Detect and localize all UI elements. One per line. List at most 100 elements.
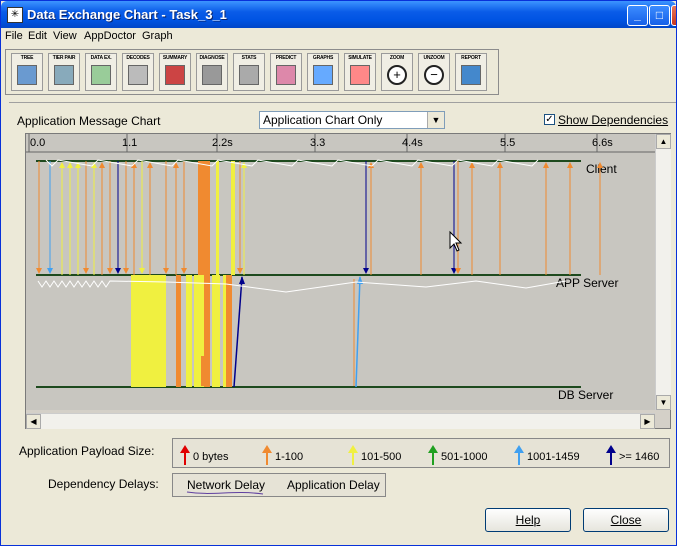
- time-tick-label: 1.1: [122, 137, 137, 149]
- message-chart-canvas: 0.0 1.1 2.2s 3.3 4.4s 5.5 6.6s Client APP Server…: [26, 134, 655, 410]
- exchange-bar: [201, 356, 207, 386]
- simulate-icon: [350, 65, 370, 85]
- legend-label: 101-500: [361, 451, 402, 463]
- tier-label-db-server: DB Server: [558, 388, 613, 402]
- exchange-bar: [156, 275, 166, 387]
- view-select[interactable]: Application Chart Only ▼: [259, 111, 445, 129]
- menu-file[interactable]: File: [5, 30, 23, 42]
- network-delay-line: [186, 491, 264, 495]
- graphs-icon: [313, 65, 333, 85]
- legend-arrow-icon: [428, 445, 438, 465]
- dependency-delays-label: Dependency Delays:: [48, 477, 159, 491]
- toolbar-label: TIER PAIR: [52, 55, 76, 61]
- menu-view[interactable]: View: [53, 30, 77, 42]
- time-tick-label: 3.3: [310, 137, 325, 149]
- toolbar-button-graphs[interactable]: GRAPHS: [307, 53, 339, 91]
- toolbar-button-simulate[interactable]: SIMULATE: [344, 53, 376, 91]
- show-dependencies-checkbox[interactable]: ✓: [544, 114, 555, 125]
- maximize-button[interactable]: □: [649, 5, 670, 26]
- data-exchange-icon: [91, 65, 111, 85]
- toolbar-label: GRAPHS: [312, 55, 334, 61]
- decodes-icon: [128, 65, 148, 85]
- menu-edit[interactable]: Edit: [28, 30, 47, 42]
- exchange-bar: [176, 275, 181, 387]
- time-tick-label: 6.6s: [592, 137, 613, 149]
- message-chart[interactable]: 0.0 1.1 2.2s 3.3 4.4s 5.5 6.6s Client APP Server…: [25, 133, 671, 429]
- tree-icon: [17, 65, 37, 85]
- scroll-down-icon[interactable]: ▼: [656, 395, 671, 410]
- legend-label: >= 1460: [619, 451, 660, 463]
- toolbar-button-unzoom[interactable]: UNZOOM −: [418, 53, 450, 91]
- legend-label: 1-100: [275, 451, 304, 463]
- chart-title: Application Message Chart: [17, 114, 161, 128]
- toolbar-label: PREDICT: [275, 55, 297, 61]
- toolbar: TREE TIER PAIR DATA EX. DECODES SUMMARY DIAGN…: [5, 49, 499, 95]
- toolbar-button-zoom[interactable]: ZOOM +: [381, 53, 413, 91]
- toolbar-button-predict[interactable]: PREDICT: [270, 53, 302, 91]
- toolbar-button-summary[interactable]: SUMMARY: [159, 53, 191, 91]
- exchange-bar: [226, 275, 232, 387]
- toolbar-button-tier-pair[interactable]: TIER PAIR: [48, 53, 80, 91]
- toolbar-button-stats[interactable]: STATS: [233, 53, 265, 91]
- toolbar-label: DATA EX.: [90, 55, 112, 61]
- scroll-right-icon[interactable]: ▶: [640, 414, 655, 429]
- diagnose-icon: [202, 65, 222, 85]
- toolbar-button-data-ex[interactable]: DATA EX.: [85, 53, 117, 91]
- payload-legend: 0 bytes 1-100 101-500 501-1000 1001-1459 >= 1…: [172, 438, 670, 468]
- legend-arrow-icon: [606, 445, 616, 465]
- window-title: Data Exchange Chart - Task_3_1: [27, 7, 227, 22]
- time-tick-label: 5.5: [500, 137, 515, 149]
- legend-arrow-icon: [514, 445, 524, 465]
- toolbar-label: SIMULATE: [348, 55, 372, 61]
- horizontal-scrollbar[interactable]: ◀ ▶: [26, 413, 655, 429]
- legend-arrow-icon: [180, 445, 190, 465]
- time-tick-label: 2.2s: [212, 137, 233, 149]
- minimize-button[interactable]: _: [627, 5, 648, 26]
- toolbar-label: STATS: [241, 55, 257, 61]
- stats-icon: [239, 65, 259, 85]
- exchange-bar: [131, 275, 156, 387]
- toolbar-button-decodes[interactable]: DECODES: [122, 53, 154, 91]
- toolbar-label: UNZOOM: [423, 55, 445, 61]
- legend-arrow-icon: [262, 445, 272, 465]
- toolbar-label: TREE: [20, 55, 34, 61]
- exchange-bar: [186, 275, 192, 387]
- payload-size-label: Application Payload Size:: [19, 444, 155, 458]
- exchange-bar: [216, 161, 219, 275]
- toolbar-button-report[interactable]: REPORT: [455, 53, 487, 91]
- time-tick-label: 0.0: [30, 137, 45, 149]
- vertical-scrollbar[interactable]: ▲ ▼: [655, 134, 671, 410]
- view-select-value: Application Chart Only: [263, 113, 383, 127]
- toolbar-button-diagnose[interactable]: DIAGNOSE: [196, 53, 228, 91]
- chart-app-icon: ✳: [7, 7, 23, 23]
- predict-icon: [276, 65, 296, 85]
- scroll-up-icon[interactable]: ▲: [656, 134, 671, 149]
- toolbar-label: ZOOM: [389, 55, 405, 61]
- close-window-button[interactable]: ✕: [671, 5, 676, 26]
- chart-background: [26, 134, 655, 410]
- legend-label: 0 bytes: [193, 451, 229, 463]
- report-icon: [461, 65, 481, 85]
- toolbar-label: DECODES: [126, 55, 150, 61]
- close-button[interactable]: Close: [583, 508, 669, 532]
- tier-pair-icon: [54, 65, 74, 85]
- legend-label: 1001-1459: [527, 451, 580, 463]
- legend-arrow-icon: [348, 445, 358, 465]
- zoom-in-icon: +: [387, 65, 407, 85]
- menu-bar: File Edit View AppDoctor Graph: [1, 28, 676, 46]
- tier-label-app-server: APP Server: [556, 276, 618, 290]
- title-bar[interactable]: ✳ Data Exchange Chart - Task_3_1 _ □ ✕: [1, 1, 676, 28]
- zoom-out-icon: −: [424, 65, 444, 85]
- tier-label-client: Client: [586, 162, 617, 176]
- help-button[interactable]: Help: [485, 508, 571, 532]
- toolbar-button-tree[interactable]: TREE: [11, 53, 43, 91]
- exchange-bar: [198, 161, 210, 275]
- exchange-bar: [231, 161, 235, 275]
- legend-label: 501-1000: [441, 451, 488, 463]
- menu-appdoctor[interactable]: AppDoctor: [84, 30, 136, 42]
- menu-graph[interactable]: Graph: [142, 30, 173, 42]
- show-dependencies-label[interactable]: Show Dependencies: [558, 113, 668, 127]
- show-dependencies-text: Show Dependencies: [558, 113, 669, 127]
- scroll-left-icon[interactable]: ◀: [26, 414, 41, 429]
- chevron-down-icon[interactable]: ▼: [427, 112, 444, 128]
